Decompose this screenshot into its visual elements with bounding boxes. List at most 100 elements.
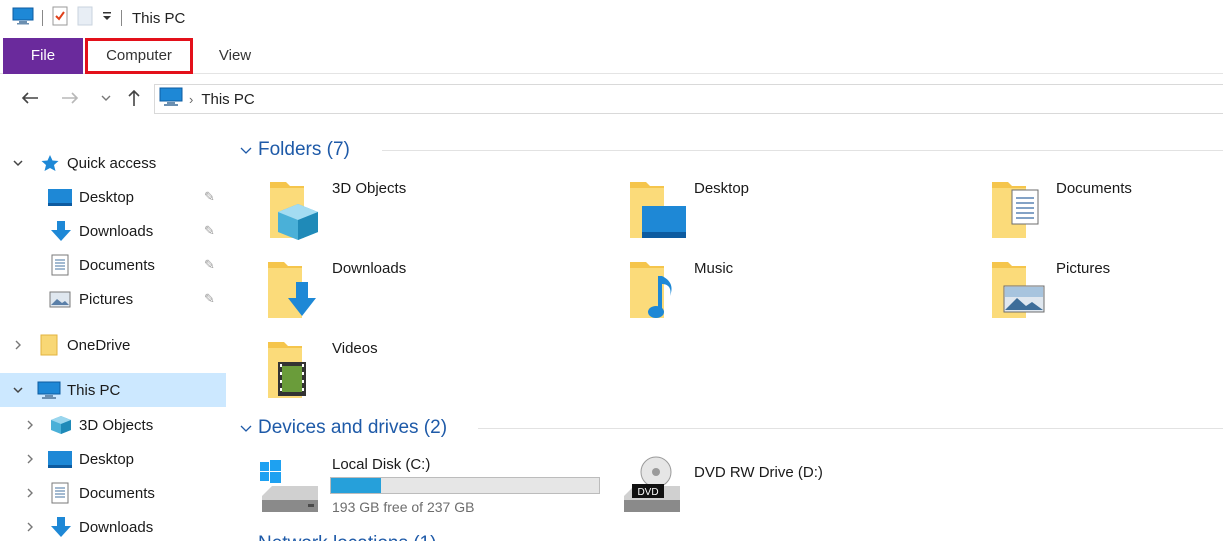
chevron-right-icon[interactable] xyxy=(12,339,24,351)
document-icon xyxy=(51,482,69,508)
chevron-down-icon xyxy=(240,420,252,436)
group-title: Devices and drives (2) xyxy=(258,417,448,438)
computer-icon[interactable] xyxy=(12,7,34,29)
properties-icon[interactable] xyxy=(51,6,69,30)
nav-label: 3D Objects xyxy=(79,416,154,434)
group-title: Network locations (1) xyxy=(258,533,436,541)
music-folder-icon xyxy=(628,256,684,326)
chevron-down-icon xyxy=(101,95,111,101)
up-arrow-icon xyxy=(128,89,140,106)
videos-folder-icon xyxy=(266,336,322,406)
folder-name: Desktop xyxy=(694,180,750,197)
toolbar-divider xyxy=(121,10,122,26)
nav-label: Desktop xyxy=(79,188,135,206)
address-bar[interactable]: › This PC xyxy=(154,84,1223,114)
desktop-folder-icon xyxy=(628,176,688,246)
desktop-icon xyxy=(48,189,72,210)
nav-item-desktop-pc[interactable]: Desktop xyxy=(0,442,226,476)
folder-icon xyxy=(40,334,58,360)
chevron-right-icon[interactable] xyxy=(24,521,36,533)
nav-item-onedrive[interactable]: OneDrive xyxy=(0,328,226,362)
nav-label: This PC xyxy=(67,381,121,399)
navigation-bar: › This PC xyxy=(0,82,1223,114)
pin-icon[interactable]: ✎ xyxy=(204,189,215,205)
folder-name: Videos xyxy=(332,340,378,357)
nav-item-downloads-pc[interactable]: Downloads xyxy=(0,510,226,541)
drive-local-disk-c[interactable]: Local Disk (C:) 193 GB free of 237 GB xyxy=(258,456,608,518)
dvd-badge: DVD xyxy=(637,487,658,498)
recent-locations-button[interactable] xyxy=(94,86,118,110)
folder-name: Music xyxy=(694,260,734,277)
chevron-right-icon[interactable] xyxy=(24,419,36,431)
breadcrumb-chevron-icon[interactable]: › xyxy=(189,92,193,107)
customize-toolbar-dropdown-icon[interactable] xyxy=(101,9,113,27)
folder-music[interactable]: Music xyxy=(628,256,928,326)
download-arrow-icon xyxy=(50,516,72,541)
folder-name: Downloads xyxy=(332,260,407,277)
nav-label: Desktop xyxy=(79,450,135,468)
dvd-drive-icon: DVD xyxy=(620,456,684,518)
nav-label: Pictures xyxy=(79,290,134,308)
folder-pictures[interactable]: Pictures xyxy=(990,256,1220,326)
star-icon xyxy=(40,154,60,176)
ribbon-tabs: File Computer View xyxy=(0,38,1223,74)
pin-icon[interactable]: ✎ xyxy=(204,257,215,273)
nav-item-desktop[interactable]: Desktop ✎ xyxy=(0,180,226,214)
document-icon xyxy=(51,254,69,280)
folder-desktop[interactable]: Desktop xyxy=(628,176,928,246)
tab-file[interactable]: File xyxy=(3,38,83,74)
nav-label: Quick access xyxy=(67,154,157,172)
nav-label: Documents xyxy=(79,484,155,502)
group-header-devices[interactable]: Devices and drives (2) xyxy=(240,414,447,442)
cube-folder-icon xyxy=(266,176,322,246)
up-button[interactable] xyxy=(122,86,146,110)
chevron-right-icon[interactable] xyxy=(24,453,36,465)
drive-free-space: 193 GB free of 237 GB xyxy=(332,499,475,515)
pin-icon[interactable]: ✎ xyxy=(204,291,215,307)
nav-label: Documents xyxy=(79,256,155,274)
breadcrumb-this-pc[interactable]: This PC xyxy=(201,91,254,108)
nav-item-pictures[interactable]: Pictures ✎ xyxy=(0,282,226,316)
pin-icon[interactable]: ✎ xyxy=(204,223,215,239)
windows-drive-icon xyxy=(258,456,322,518)
desktop-icon xyxy=(48,451,72,472)
new-folder-icon[interactable] xyxy=(77,6,93,30)
tab-computer[interactable]: Computer xyxy=(85,38,193,74)
forward-arrow-icon xyxy=(62,92,79,104)
group-header-network[interactable]: Network locations (1) xyxy=(240,530,436,541)
chevron-down-icon xyxy=(240,142,252,158)
downloads-folder-icon xyxy=(266,256,322,326)
folder-downloads[interactable]: Downloads xyxy=(266,256,566,326)
nav-item-documents[interactable]: Documents ✎ xyxy=(0,248,226,282)
folder-name: Documents xyxy=(1056,180,1132,197)
tab-view[interactable]: View xyxy=(205,38,265,74)
drive-dvd-rw-d[interactable]: DVD DVD RW Drive (D:) xyxy=(620,456,870,518)
group-header-folders[interactable]: Folders (7) xyxy=(240,136,350,164)
folder-3d-objects[interactable]: 3D Objects xyxy=(266,176,566,246)
nav-item-quick-access[interactable]: Quick access xyxy=(0,146,226,180)
drive-usage-bar xyxy=(330,477,600,494)
content-pane: Folders (7) 3D Objects Desktop Documents… xyxy=(232,130,1223,541)
folder-name: Pictures xyxy=(1056,260,1111,277)
nav-item-3d-objects[interactable]: 3D Objects xyxy=(0,408,226,442)
folder-documents[interactable]: Documents xyxy=(990,176,1220,246)
chevron-down-icon[interactable] xyxy=(12,384,24,396)
download-arrow-icon xyxy=(50,220,72,246)
forward-button[interactable] xyxy=(58,86,82,110)
title-bar: This PC xyxy=(0,0,1223,36)
drive-usage-fill xyxy=(331,478,381,493)
back-button[interactable] xyxy=(18,86,42,110)
back-arrow-icon xyxy=(21,92,38,104)
picture-icon xyxy=(49,291,71,312)
nav-label: Downloads xyxy=(79,518,154,536)
folder-videos[interactable]: Videos xyxy=(266,336,566,406)
nav-item-downloads[interactable]: Downloads ✎ xyxy=(0,214,226,248)
chevron-down-icon xyxy=(240,536,252,541)
group-divider xyxy=(478,428,1223,429)
pictures-folder-icon xyxy=(990,256,1050,326)
nav-item-this-pc[interactable]: This PC xyxy=(0,373,226,407)
chevron-right-icon[interactable] xyxy=(24,487,36,499)
drive-name: Local Disk (C:) xyxy=(332,456,431,473)
nav-item-documents-pc[interactable]: Documents xyxy=(0,476,226,510)
chevron-down-icon[interactable] xyxy=(12,157,24,169)
